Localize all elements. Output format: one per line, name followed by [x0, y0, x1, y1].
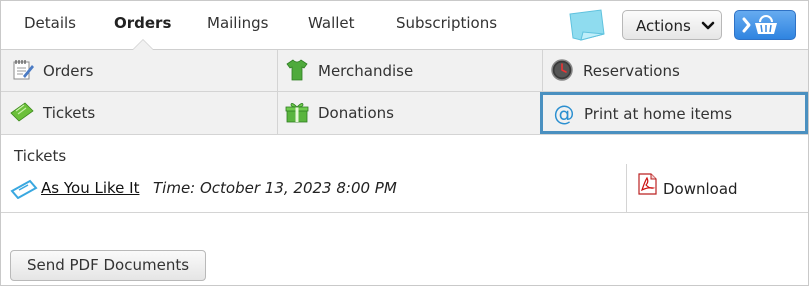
chevron-down-icon [701, 21, 715, 30]
section-title: Tickets [14, 147, 67, 165]
submenu-tickets[interactable]: Tickets [1, 92, 277, 133]
top-bar: Details Orders Mailings Wallet Subscript… [1, 1, 808, 50]
tshirt-icon [286, 59, 308, 81]
divider [626, 164, 627, 212]
submenu-orders[interactable]: Orders [1, 50, 277, 91]
send-pdf-documents-button[interactable]: Send PDF Documents [10, 250, 206, 281]
tab-wallet[interactable]: Wallet [308, 14, 355, 32]
tab-details[interactable]: Details [24, 14, 76, 32]
submenu-label: Donations [318, 104, 394, 122]
svg-text:@: @ [554, 102, 575, 126]
event-time: Time: October 13, 2023 8:00 PM [153, 179, 397, 197]
submenu-merchandise[interactable]: Merchandise [278, 50, 542, 91]
ticket-icon [10, 179, 38, 199]
cart-button[interactable] [734, 10, 796, 40]
orders-submenu: Orders Merchandise Reservations Tickets [1, 50, 808, 135]
actions-button[interactable]: Actions [622, 10, 722, 40]
event-link[interactable]: As You Like It [41, 179, 139, 197]
tab-subscriptions[interactable]: Subscriptions [396, 14, 497, 32]
actions-label: Actions [636, 17, 691, 35]
download-link[interactable]: Download [663, 180, 738, 198]
notepad-icon [13, 60, 34, 80]
sticky-note-icon[interactable] [567, 8, 607, 42]
basket-icon [742, 15, 777, 34]
order-panel: Details Orders Mailings Wallet Subscript… [0, 0, 809, 286]
tab-mailings[interactable]: Mailings [207, 14, 268, 32]
clock-icon [551, 59, 573, 81]
submenu-label: Orders [43, 62, 94, 80]
submenu-print-at-home[interactable]: @ Print at home items [540, 92, 808, 134]
submenu-donations[interactable]: Donations [278, 92, 542, 133]
submenu-label: Print at home items [584, 105, 733, 123]
gift-icon [285, 103, 309, 123]
pdf-icon[interactable] [636, 173, 658, 195]
submenu-label: Tickets [43, 104, 96, 122]
submenu-label: Merchandise [318, 62, 414, 80]
divider [1, 212, 808, 213]
ticket-icon [10, 102, 34, 122]
tab-orders[interactable]: Orders [114, 14, 171, 32]
submenu-reservations[interactable]: Reservations [543, 50, 808, 91]
submenu-label: Reservations [583, 62, 680, 80]
at-sign-icon: @ [554, 102, 575, 126]
